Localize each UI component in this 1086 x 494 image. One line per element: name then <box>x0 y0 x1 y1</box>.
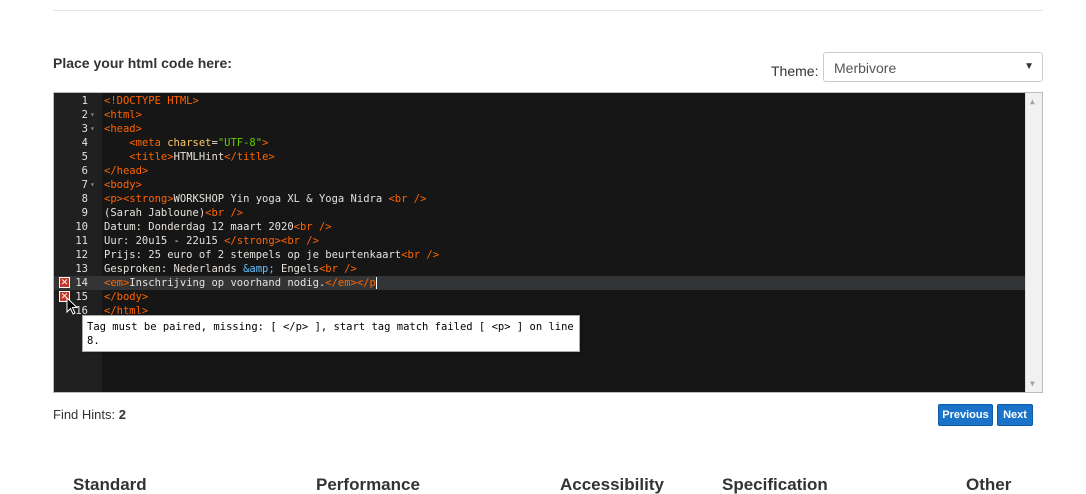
code-text: Datum: Donderdag 12 maart 2020<br /> <box>104 221 332 233</box>
line-number: 3 <box>81 123 88 135</box>
editor-line[interactable]: 8 <p><strong>WORKSHOP Yin yoga XL & Yoga… <box>54 192 1025 206</box>
line-number: 6 <box>81 165 88 177</box>
category-performance: Performance <box>316 475 420 494</box>
code-text: <html> <box>104 109 142 121</box>
chevron-down-icon: ▼ <box>1024 61 1034 72</box>
code-text: <body> <box>104 179 142 191</box>
line-number: 1 <box>81 95 88 107</box>
line-number: 14 <box>75 277 88 289</box>
editor-scrollbar[interactable]: ▲ ▼ <box>1025 93 1042 392</box>
editor-line[interactable]: 9 (Sarah Jabloune)<br /> <box>54 206 1025 220</box>
editor-line-active[interactable]: ✕ 14 <em>Inschrijving op voorhand nodig.… <box>54 276 1025 290</box>
next-button[interactable]: Next <box>997 404 1033 426</box>
find-hints: Find Hints: 2 <box>53 407 126 422</box>
code-text: Gesproken: Nederlands &amp; Engels<br /> <box>104 263 357 275</box>
code-text: Uur: 20u15 - 22u15 </strong><br /> <box>104 235 319 247</box>
code-text: <!DOCTYPE HTML> <box>104 95 199 107</box>
editor-line[interactable]: 2 ▾ <html> <box>54 108 1025 122</box>
code-text: </body> <box>104 291 149 303</box>
line-number: 5 <box>81 151 88 163</box>
editor-line[interactable]: 1 <!DOCTYPE HTML> <box>54 94 1025 108</box>
category-specification: Specification <box>722 475 828 494</box>
code-text: Prijs: 25 euro of 2 stempels op je beurt… <box>104 249 440 261</box>
editor-line[interactable]: 5 <title>HTMLHint</title> <box>54 150 1025 164</box>
fold-arrow-icon[interactable]: ▾ <box>90 178 95 192</box>
mouse-pointer-icon <box>66 297 78 315</box>
code-text: </head> <box>104 165 149 177</box>
editor-line[interactable]: 6 </head> <box>54 164 1025 178</box>
theme-select-value: Merbivore <box>834 60 897 76</box>
line-number: 10 <box>75 221 88 233</box>
line-number: 13 <box>75 263 88 275</box>
code-input-label: Place your html code here: <box>53 55 232 71</box>
editor-line[interactable]: 12 Prijs: 25 euro of 2 stempels op je be… <box>54 248 1025 262</box>
category-accessibility: Accessibility <box>560 475 664 494</box>
category-other: Other <box>966 475 1012 494</box>
line-number: 9 <box>81 207 88 219</box>
scroll-up-icon[interactable]: ▲ <box>1030 97 1035 106</box>
editor-line[interactable]: 10 Datum: Donderdag 12 maart 2020<br /> <box>54 220 1025 234</box>
line-number: 2 <box>81 109 88 121</box>
code-text: (Sarah Jabloune)<br /> <box>104 207 244 219</box>
editor-line[interactable]: 11 Uur: 20u15 - 22u15 </strong><br /> <box>54 234 1025 248</box>
editor-line[interactable]: 3 ▾ <head> <box>54 122 1025 136</box>
code-text: <em>Inschrijving op voorhand nodig.</em>… <box>104 277 377 289</box>
code-text: <title>HTMLHint</title> <box>129 151 275 163</box>
theme-label: Theme: <box>771 63 819 79</box>
find-hints-label: Find Hints: <box>53 407 119 422</box>
line-number: 7 <box>81 179 88 191</box>
editor-line[interactable]: 7 ▾ <body> <box>54 178 1025 192</box>
scroll-down-icon[interactable]: ▼ <box>1030 379 1035 388</box>
editor-line[interactable]: ✕ 15 </body> <box>54 290 1025 304</box>
code-text: <meta charset="UTF-8"> <box>129 137 269 149</box>
error-tooltip: Tag must be paired, missing: [ </p> ], s… <box>82 315 580 352</box>
theme-select[interactable]: Merbivore ▼ <box>823 52 1043 82</box>
find-hints-count: 2 <box>118 407 126 422</box>
line-number: 4 <box>81 137 88 149</box>
fold-arrow-icon[interactable]: ▾ <box>90 108 95 122</box>
line-number: 8 <box>81 193 88 205</box>
code-text: <p><strong>WORKSHOP Yin yoga XL & Yoga N… <box>104 193 427 205</box>
previous-button[interactable]: Previous <box>938 404 993 426</box>
code-text: <head> <box>104 123 142 135</box>
fold-arrow-icon[interactable]: ▾ <box>90 122 95 136</box>
top-divider <box>53 10 1043 11</box>
editor-line[interactable]: 13 Gesproken: Nederlands &amp; Engels<br… <box>54 262 1025 276</box>
editor-line[interactable]: 4 <meta charset="UTF-8"> <box>54 136 1025 150</box>
category-standard: Standard <box>73 475 147 494</box>
line-number: 11 <box>75 235 88 247</box>
line-number: 12 <box>75 249 88 261</box>
